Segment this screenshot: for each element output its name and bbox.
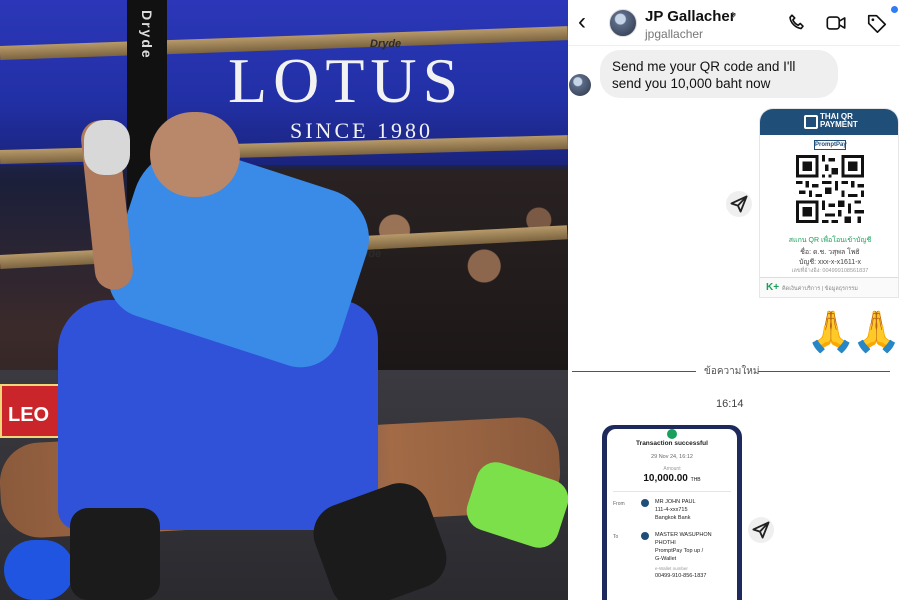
promptpay-logo-icon: [641, 532, 649, 540]
message-timestamp: 16:14: [716, 398, 744, 410]
sender-avatar[interactable]: [569, 74, 591, 96]
from-account: 111-4-xxx715: [655, 507, 688, 513]
qr-code: [796, 155, 864, 223]
share-icon[interactable]: [748, 517, 774, 543]
amount-value: 10,000.00: [643, 473, 688, 484]
share-icon[interactable]: [726, 191, 752, 217]
back-arrow-icon[interactable]: ‹: [578, 10, 600, 35]
qr-header-text: THAI QR PAYMENT: [820, 112, 858, 129]
pray-emoji[interactable]: 🙏🙏: [806, 308, 900, 355]
tag-icon[interactable]: [866, 12, 888, 34]
phone-call-icon[interactable]: [786, 12, 808, 34]
receipt-title: Transaction successful: [636, 440, 708, 447]
contact-handle: jpgallacher: [645, 27, 704, 41]
qr-footer: K+ คิดเงินค่าบริการ | ข้อมูลธุรกรรม: [760, 277, 898, 297]
from-name: MR JOHN PAUL: [655, 499, 696, 505]
notification-dot: [891, 6, 898, 13]
to-service: PromptPay Top up /: [655, 548, 704, 554]
qr-scan-instruction: สแกน QR เพื่อโอนเข้าบัญชี: [788, 237, 872, 244]
contact-name[interactable]: JP Gallacher: [645, 8, 736, 25]
receipt-body: Transaction successful 29 Nov 24, 16:12 …: [607, 429, 737, 600]
referee-head: [150, 112, 240, 197]
to-number: 00499-910-856-1837: [655, 573, 707, 579]
new-messages-divider: ข้อความใหม่: [704, 366, 760, 377]
thai-qr-image[interactable]: THAI QR PAYMENT PromptPay สแกน QR เพื่อโ…: [759, 108, 899, 298]
to-number-label: e-Wallet number: [655, 566, 688, 571]
thai-qr-logo-icon: [804, 115, 818, 129]
dm-thread: ‹ JP Gallacher › jpgallacher Send me you…: [568, 0, 900, 600]
promptpay-logo: PromptPay: [814, 140, 847, 150]
bank-logo-icon: [641, 499, 649, 507]
amount-label: Amount: [663, 466, 681, 472]
success-check-icon: [667, 429, 677, 439]
receipt-amount: 10,000.00 THB: [607, 473, 737, 484]
avatar[interactable]: [609, 9, 637, 37]
banner-title: LOTUS: [228, 45, 465, 116]
receipt-separator: [613, 491, 731, 492]
divider-line: [758, 371, 890, 372]
divider-line: [572, 371, 696, 372]
qr-reference: เลขที่อ้างอิง: 004999108561837: [791, 268, 869, 274]
qr-footer-text: คิดเงินค่าบริการ | ข้อมูลธุรกรรม: [782, 286, 858, 292]
kplus-logo: K+: [766, 282, 780, 293]
incoming-message[interactable]: Send me your QR code and I'll send you 1…: [600, 50, 838, 98]
rope-brand: Dryde: [370, 38, 402, 50]
boxing-glove: [4, 540, 74, 600]
from-bank: Bangkok Bank: [655, 515, 691, 521]
to-label: To: [613, 534, 619, 540]
from-label: From: [613, 501, 625, 507]
to-service-2: G-Wallet: [655, 556, 677, 562]
referee-glove: [84, 120, 130, 175]
sponsor-text: LEO: [8, 404, 50, 426]
amount-currency: THB: [690, 477, 701, 483]
chevron-right-icon[interactable]: ›: [731, 6, 736, 24]
receipt-date: 29 Nov 24, 16:12: [651, 454, 693, 460]
chat-header: ‹ JP Gallacher › jpgallacher: [568, 0, 900, 46]
transfer-receipt-image[interactable]: Transaction successful 29 Nov 24, 16:12 …: [602, 425, 742, 600]
boxing-photo: LOTUS SINCE 1980 Dryde Dryde Dryde LEO: [0, 0, 568, 600]
video-call-icon[interactable]: [825, 12, 847, 34]
to-name: MASTER WASUPHON: [655, 532, 712, 538]
post-brand: Dryde: [139, 10, 155, 60]
referee-boot: [70, 508, 160, 600]
to-name-2: PHOTHI: [655, 540, 676, 546]
